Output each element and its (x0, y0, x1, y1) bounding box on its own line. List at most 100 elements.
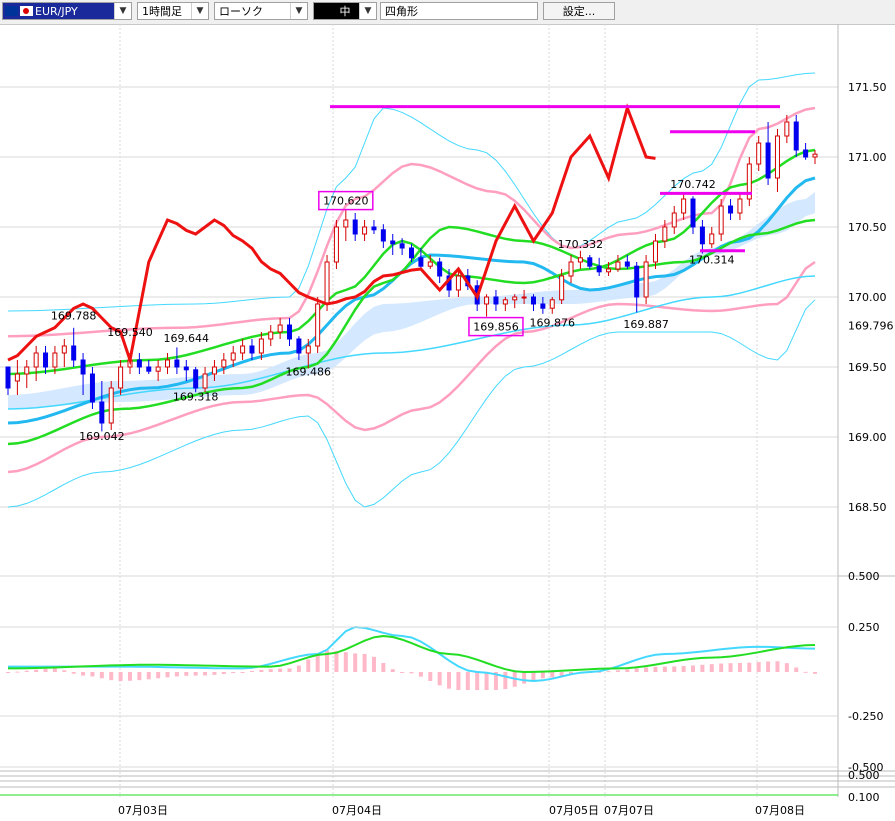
candle-body (502, 299, 508, 305)
candle-body (409, 247, 414, 259)
price-chart[interactable]: 169.788 169.540 169.644 169.318 169.042 169.4… (0, 24, 895, 821)
macd-histogram-bar (700, 664, 705, 672)
macd-histogram-bar (15, 671, 20, 673)
candle-body (512, 296, 518, 301)
macd-histogram-bar (794, 667, 799, 672)
candle-body (596, 265, 602, 273)
candle-body (756, 142, 762, 165)
candle-body (211, 366, 217, 375)
macd-histogram-bar (184, 672, 189, 676)
macd-histogram-bar (268, 669, 273, 672)
macd-histogram-bar (634, 668, 639, 672)
settings-button[interactable]: 設定... (543, 2, 615, 20)
macd-histogram-bar (90, 672, 95, 677)
macd-histogram-bar (137, 672, 142, 681)
candle-body (390, 240, 396, 245)
candle-body (484, 296, 490, 305)
symbol-label: EUR/JPY (35, 5, 78, 18)
macd-histogram-bar (306, 659, 311, 672)
candle-body (765, 142, 771, 179)
macd-histogram-bar (193, 672, 198, 676)
macd-histogram-bar (52, 668, 57, 672)
candle-body (249, 345, 255, 354)
date-label: 07月05日 (549, 804, 599, 817)
candle-body (343, 219, 349, 228)
candle-body (193, 369, 199, 389)
chevron-down-icon[interactable]: ▼ (114, 3, 131, 19)
macd-histogram-bar (737, 663, 742, 672)
candle-body (559, 275, 565, 301)
candle-body (380, 229, 386, 242)
macd-histogram-bar (34, 669, 39, 672)
price-label: 169.486 (286, 365, 332, 378)
candle-body (418, 257, 424, 267)
candle-body (371, 226, 377, 231)
shape-label: 四角形 (385, 5, 418, 18)
candle-body (362, 226, 368, 235)
candle-body (287, 324, 293, 340)
macd-histogram-bar (381, 663, 386, 672)
chart-type-select[interactable]: ローソク ▼ (214, 2, 308, 20)
price-axis-label: 171.00 (848, 151, 887, 164)
symbol-select[interactable]: EUR/JPY ▼ (2, 2, 132, 20)
candle-body (455, 275, 461, 291)
macd-histogram-bar (484, 672, 489, 690)
macd-histogram-bar (775, 661, 780, 672)
candle-body (183, 366, 189, 371)
candle-body (427, 261, 433, 267)
price-label: 169.887 (623, 318, 669, 331)
candle-body (80, 359, 86, 375)
candle-body (624, 261, 630, 267)
chevron-down-icon[interactable]: ▼ (359, 3, 376, 19)
macd-histogram-bar (456, 672, 461, 690)
macd-histogram-bar (24, 670, 29, 672)
jp-flag-icon (20, 6, 33, 16)
price-axis-label: 169.00 (848, 431, 887, 444)
candle-body (221, 359, 227, 368)
candle-body (296, 338, 302, 354)
candle-body (521, 296, 527, 299)
macd-histogram-bar (353, 653, 358, 672)
chart-type-label: ローソク (219, 5, 263, 18)
candle-body (803, 149, 809, 158)
bollinger-bands (7, 72, 816, 508)
macd-histogram-bar (43, 668, 48, 672)
candle-body (784, 121, 790, 137)
date-label: 07月08日 (755, 804, 805, 817)
macd-histogram-bar (465, 672, 470, 690)
date-label: 07月04日 (332, 804, 382, 817)
time-axis: 07月03日 07月04日 07月05日 07月07日 07月08日 (118, 804, 805, 817)
macd-histogram-bar (62, 670, 67, 672)
candle-body (155, 366, 161, 372)
candle-body (652, 240, 658, 263)
candle-body (718, 205, 724, 235)
macd-histogram-bar (118, 672, 123, 681)
price-label: 169.644 (164, 332, 210, 345)
macd-histogram-bar (709, 664, 714, 672)
price-label: 170.314 (689, 253, 735, 266)
timeframe-select[interactable]: 1時間足 ▼ (137, 2, 209, 20)
width-label: 中 (339, 5, 351, 18)
macd-histogram-bar (109, 672, 114, 681)
width-select[interactable]: 中 ▼ (313, 2, 377, 20)
macd-histogram-bar (784, 663, 789, 672)
timeframe-label: 1時間足 (142, 5, 182, 18)
macd-histogram-bar (475, 672, 480, 690)
macd-histogram-bar (615, 670, 620, 672)
sub-axis-label: 0.500 (848, 769, 880, 782)
macd-panel: 0.5000.250-0.250-0.5000.5000.100 (0, 570, 883, 804)
macd-histogram-bar (447, 672, 452, 689)
shape-select[interactable]: 四角形 (380, 2, 538, 20)
candle-body (305, 345, 311, 354)
date-label: 07月07日 (604, 804, 654, 817)
chevron-down-icon[interactable]: ▼ (191, 3, 208, 19)
candle-body (52, 352, 58, 368)
macd-histogram-bar (212, 672, 217, 675)
macd-histogram-bar (362, 654, 367, 672)
date-label: 07月03日 (118, 804, 168, 817)
chevron-down-icon[interactable]: ▼ (290, 3, 307, 19)
macd-histogram-bar (287, 668, 292, 672)
price-label: 169.788 (51, 309, 97, 322)
candle-body (399, 243, 405, 249)
macd-axis-label: 0.500 (848, 570, 880, 583)
